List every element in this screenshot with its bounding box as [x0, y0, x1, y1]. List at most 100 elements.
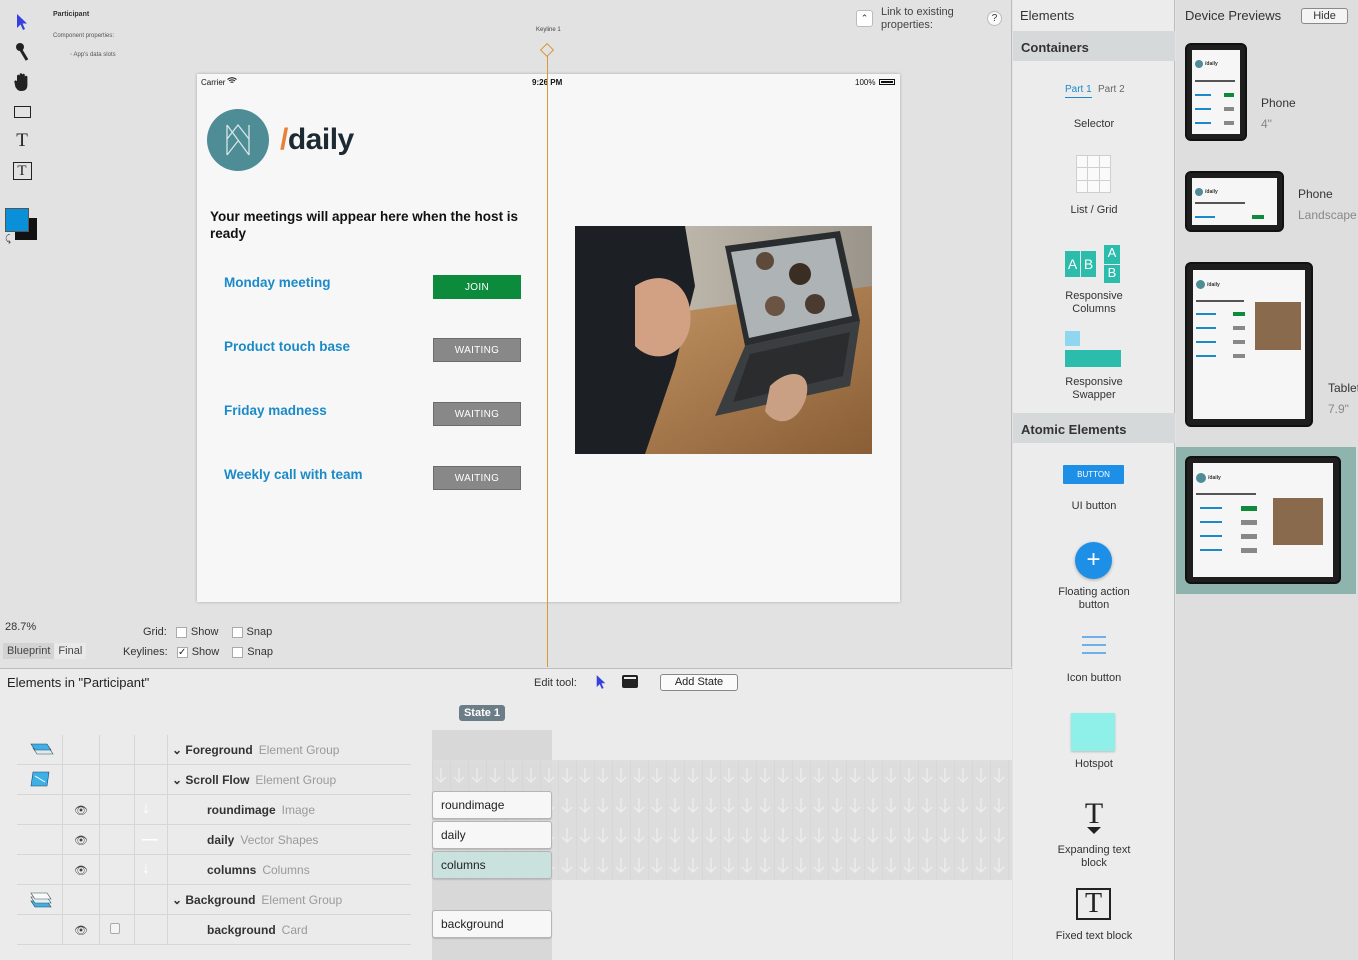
- keylines-show-label: Show: [191, 646, 220, 658]
- tablet-preview-thumbnail[interactable]: /daily: [1185, 262, 1313, 427]
- select-arrow-icon[interactable]: [9, 10, 35, 34]
- state-1-badge[interactable]: State 1: [459, 705, 505, 721]
- hide-previews-button[interactable]: Hide: [1301, 8, 1348, 24]
- table-row[interactable]: ⌄ Foreground Element Group: [17, 735, 411, 765]
- responsive-columns-icon[interactable]: A B: [1065, 250, 1096, 277]
- phone-preview-thumbnail[interactable]: /daily: [1185, 43, 1247, 141]
- responsive-swapper-icon-small[interactable]: [1065, 331, 1080, 346]
- table-row[interactable]: 👁 — daily Vector Shapes: [17, 825, 411, 855]
- flow-arrow: [759, 828, 771, 843]
- table-row[interactable]: 👁 background Card: [17, 915, 411, 945]
- rectangle-tool-icon[interactable]: [9, 100, 35, 124]
- daily-wordmark: /daily: [280, 123, 354, 156]
- expanding-text-block-element[interactable]: Expanding text block: [1013, 844, 1175, 870]
- table-row[interactable]: ⌄ Scroll Flow Element Group: [17, 765, 411, 795]
- visibility-eye-icon[interactable]: 👁: [74, 804, 88, 817]
- table-row[interactable]: ⌄ Background Element Group: [17, 885, 411, 915]
- fixed-text-block-element[interactable]: Fixed text block: [1013, 930, 1175, 943]
- flow-arrow: [453, 768, 465, 783]
- fixed-dash-icon[interactable]: —: [142, 831, 158, 849]
- scroll-down-arrow-icon[interactable]: ↓: [142, 800, 150, 818]
- ui-button-element[interactable]: UI button: [1013, 500, 1175, 513]
- scroll-down-arrow-icon[interactable]: ↓: [142, 860, 150, 878]
- hand-tool-icon[interactable]: [9, 70, 35, 94]
- tablet-landscape-preview-thumbnail[interactable]: /daily: [1185, 456, 1341, 584]
- color-swatches[interactable]: ⤹: [5, 208, 39, 245]
- keylines-label: Keylines:: [123, 646, 168, 658]
- help-button[interactable]: ?: [987, 11, 1002, 26]
- table-row[interactable]: 👁 ↓ roundimage Image: [17, 795, 411, 825]
- responsive-swapper-element[interactable]: Responsive Swapper: [1013, 376, 1175, 402]
- blueprint-mode-button[interactable]: Blueprint: [3, 643, 55, 659]
- containers-section-header[interactable]: Containers: [1013, 31, 1175, 61]
- visibility-eye-icon[interactable]: 👁: [74, 864, 88, 877]
- flow-arrow: [957, 828, 969, 843]
- grid-snap-checkbox[interactable]: [231, 626, 243, 638]
- flow-arrow: [579, 858, 591, 873]
- wand-tool-icon[interactable]: [9, 40, 35, 64]
- list-grid-icon[interactable]: [1076, 155, 1111, 193]
- collapse-chevron-icon[interactable]: ⌃: [856, 10, 873, 27]
- row-chevron-icon[interactable]: ⌄: [172, 773, 185, 787]
- selector-element[interactable]: Selector: [1013, 118, 1175, 131]
- keyline-guide[interactable]: [547, 56, 548, 667]
- keylines-show-checkbox[interactable]: ✓: [176, 646, 188, 658]
- hamburger-menu-icon[interactable]: [1082, 636, 1106, 654]
- state-chip-background[interactable]: background: [432, 910, 552, 938]
- flow-arrow: [993, 798, 1005, 813]
- icon-button-element[interactable]: Icon button: [1013, 672, 1175, 685]
- tablet-artboard[interactable]: Carrier 9:26 PM 100% /daily Your meeting…: [197, 74, 900, 602]
- ui-button-preview[interactable]: BUTTON: [1063, 465, 1124, 484]
- flow-arrow: [687, 858, 699, 873]
- visibility-eye-icon[interactable]: 👁: [74, 834, 88, 847]
- lock-icon[interactable]: [110, 923, 120, 934]
- responsive-swapper-icon-large[interactable]: [1065, 350, 1121, 367]
- join-button[interactable]: JOIN: [433, 275, 521, 299]
- layers-icon: [27, 740, 55, 763]
- phone-landscape-preview-thumbnail[interactable]: /daily: [1185, 171, 1284, 232]
- battery-label: 100%: [855, 78, 876, 87]
- clapper-tool-icon[interactable]: [622, 675, 638, 688]
- edit-arrow-icon[interactable]: [595, 674, 607, 693]
- grid-show-label: Show: [190, 626, 219, 638]
- swap-colors-icon[interactable]: ⤹: [5, 234, 11, 245]
- responsive-columns-stacked-icon[interactable]: A B: [1104, 245, 1120, 283]
- table-row[interactable]: 👁 ↓ columns Columns: [17, 855, 411, 885]
- hotspot-icon[interactable]: [1071, 713, 1115, 751]
- data-slots-link[interactable]: ◦ App's data slots: [70, 52, 116, 58]
- flow-arrow: [633, 798, 645, 813]
- state-chip-roundimage[interactable]: roundimage: [432, 791, 552, 819]
- keyline-handle[interactable]: [539, 42, 555, 58]
- fixed-text-icon[interactable]: T: [1076, 888, 1111, 920]
- responsive-columns-element[interactable]: Responsive Columns: [1013, 290, 1175, 316]
- floating-action-plus-icon[interactable]: +: [1075, 542, 1112, 579]
- hotspot-element[interactable]: Hotspot: [1013, 758, 1175, 771]
- keylines-snap-checkbox[interactable]: [232, 646, 244, 658]
- state-chip-daily[interactable]: daily: [432, 821, 552, 849]
- final-mode-button[interactable]: Final: [54, 643, 87, 659]
- list-grid-element[interactable]: List / Grid: [1013, 204, 1175, 217]
- row-chevron-icon[interactable]: ⌄: [172, 743, 185, 757]
- selector-tab-part-2[interactable]: Part 2: [1098, 84, 1125, 95]
- flow-arrow: [939, 828, 951, 843]
- text-tool-icon[interactable]: T: [9, 129, 35, 153]
- selector-tab-part-1[interactable]: Part 1: [1065, 84, 1092, 98]
- waiting-button[interactable]: WAITING: [433, 338, 521, 362]
- expanding-text-icon[interactable]: T: [1081, 799, 1107, 834]
- waiting-button[interactable]: WAITING: [433, 466, 521, 490]
- state-chip-columns[interactable]: columns: [432, 851, 552, 879]
- visibility-eye-icon[interactable]: 👁: [74, 924, 88, 937]
- design-canvas[interactable]: T T ⤹ Participant Component properties: …: [0, 0, 1012, 667]
- waiting-button[interactable]: WAITING: [433, 402, 521, 426]
- grid-show-checkbox[interactable]: [175, 626, 187, 638]
- device-size-phone: 4": [1261, 117, 1272, 131]
- add-state-button[interactable]: Add State: [660, 674, 738, 691]
- flow-arrow: [651, 798, 663, 813]
- floating-action-button-element[interactable]: Floating action button: [1013, 586, 1175, 612]
- row-chevron-icon[interactable]: ⌄: [172, 893, 185, 907]
- zoom-level[interactable]: 28.7%: [5, 621, 36, 633]
- atomic-elements-section-header[interactable]: Atomic Elements: [1013, 413, 1175, 443]
- flow-arrow: [615, 798, 627, 813]
- flow-arrow: [813, 828, 825, 843]
- text-box-tool-icon[interactable]: T: [9, 159, 35, 183]
